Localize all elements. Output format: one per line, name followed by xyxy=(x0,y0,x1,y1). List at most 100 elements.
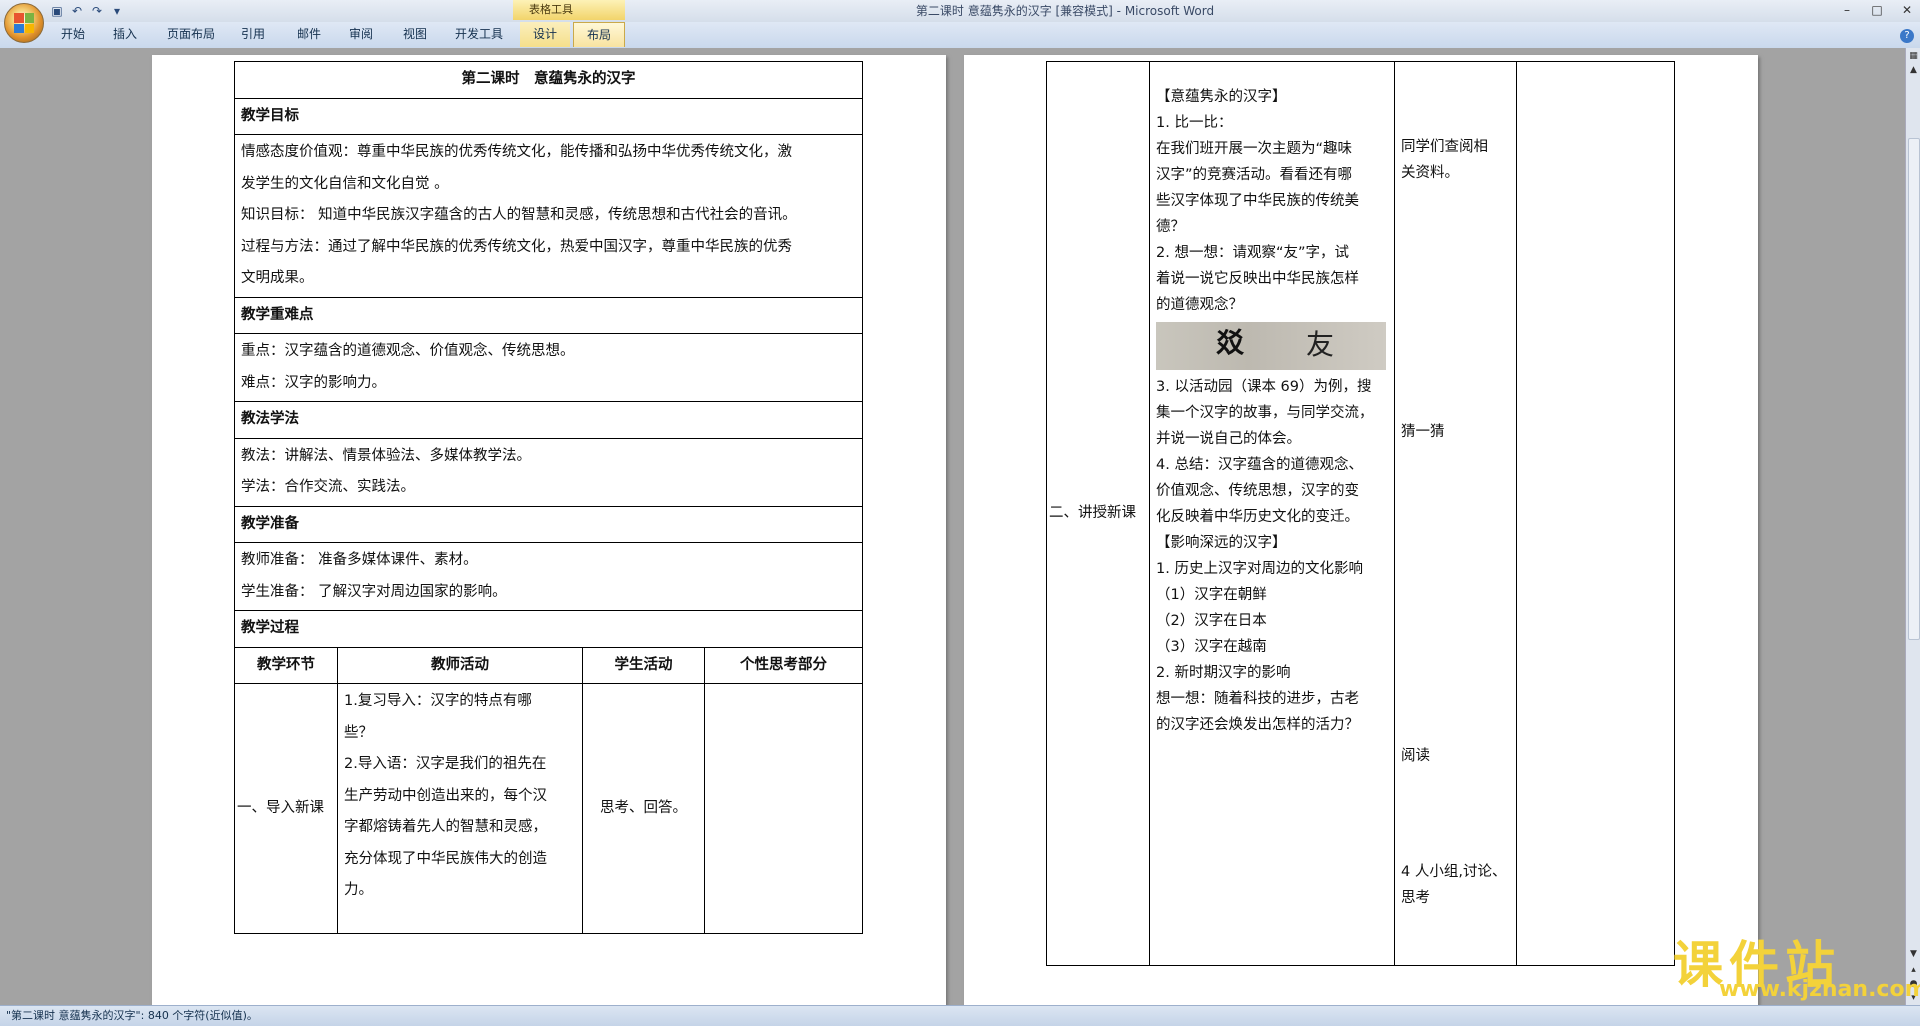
undo-icon[interactable]: ↶ xyxy=(70,4,84,18)
teacher-line: 1. 历史上汉字对周边的文化影响 xyxy=(1156,561,1363,577)
scroll-thumb[interactable] xyxy=(1908,138,1920,640)
tab-view[interactable]: 视图 xyxy=(394,22,436,47)
prep-line: 学生准备： 了解汉字对周边国家的影响。 xyxy=(241,583,507,600)
student-line: 思考 xyxy=(1401,890,1430,906)
reflection-intro xyxy=(704,683,863,934)
ancient-you-glyph: 㸚 xyxy=(1216,326,1245,359)
tab-insert[interactable]: 插入 xyxy=(104,22,146,47)
save-icon[interactable]: ▣ xyxy=(50,4,64,18)
tab-home[interactable]: 开始 xyxy=(52,22,94,47)
student-activity-new: 同学们查阅相 关资料。 猜一猜 阅读 4 人小组,讨论、 思考 xyxy=(1394,61,1517,966)
reflection-new xyxy=(1516,61,1675,966)
method-line: 学法：合作交流、实践法。 xyxy=(241,479,415,495)
redo-icon[interactable]: ↷ xyxy=(90,4,104,18)
teacher-line: 并说一说自己的体会。 xyxy=(1156,431,1301,447)
teacher-line: 化反映着中华历史文化的变迁。 xyxy=(1156,509,1359,525)
goal-line: 文明成果。 xyxy=(241,270,314,286)
window-title: 第二课时 意蕴隽永的汉字 [兼容模式] - Microsoft Word xyxy=(915,4,1215,18)
teacher-line: 着说一说它反映出中华民族怎样 xyxy=(1156,271,1359,287)
close-icon[interactable]: ✕ xyxy=(1900,2,1914,18)
teacher-line: （1）汉字在朝鲜 xyxy=(1156,587,1267,603)
teacher-line: 生产劳动中创造出来的，每个汉 xyxy=(344,787,547,804)
key-points-content: 重点：汉字蕴含的道德观念、价值观念、传统思想。 难点：汉字的影响力。 xyxy=(234,333,863,402)
tab-mailings[interactable]: 邮件 xyxy=(288,22,330,47)
key-line: 难点：汉字的影响力。 xyxy=(241,374,386,391)
stage-new-lesson: 二、讲授新课 xyxy=(1046,61,1150,966)
table-tools-context-label: 表格工具 xyxy=(513,0,625,20)
prep-line: 教师准备： 准备多媒体课件、素材。 xyxy=(241,552,478,568)
teacher-line: 字都熔铸着先人的智慧和灵感， xyxy=(344,819,547,835)
teacher-line: 些汉字体现了中华民族的传统美 xyxy=(1156,193,1359,209)
office-button[interactable] xyxy=(4,3,44,43)
prev-page-icon[interactable]: ▴ xyxy=(1907,964,1920,977)
teacher-line: 1.复习导入：汉字的特点有哪 xyxy=(344,693,532,709)
col-header-student: 学生活动 xyxy=(582,646,705,684)
teacher-line: 集一个汉字的故事，与同学交流， xyxy=(1156,405,1374,421)
lesson-title: 第二课时 意蕴隽永的汉字 xyxy=(234,61,863,99)
prep-heading: 教学准备 xyxy=(234,505,863,543)
you-character-image: 㸚 友 xyxy=(1156,322,1386,370)
student-line: 猜一猜 xyxy=(1401,424,1445,440)
key-line: 重点：汉字蕴含的道德观念、价值观念、传统思想。 xyxy=(241,343,575,359)
method-content: 教法：讲解法、情景体验法、多媒体教学法。 学法：合作交流、实践法。 xyxy=(234,437,863,507)
ruler-toggle-icon[interactable]: ▦ xyxy=(1907,50,1920,63)
goal-content: 情感态度价值观：尊重中华民族的优秀传统文化，能传播和弘扬中华优秀传统文化，激 发… xyxy=(234,134,863,298)
scroll-down-icon[interactable]: ▼ xyxy=(1907,948,1920,961)
tab-layout[interactable]: 布局 xyxy=(573,22,625,47)
teacher-activity-new: 【意蕴隽永的汉字】 1. 比一比： 在我们班开展一次主题为“趣味 汉字”的竞赛活… xyxy=(1149,61,1395,966)
process-heading: 教学过程 xyxy=(234,610,863,648)
kjzhan-watermark-logo: 课件站 www.kjzhan.com xyxy=(1665,927,1920,1005)
col-header-stage: 教学环节 xyxy=(234,646,338,684)
student-activity-intro: 思考、回答。 xyxy=(582,683,705,934)
student-line: 关资料。 xyxy=(1401,165,1459,181)
teacher-line: 【影响深远的汉字】 xyxy=(1156,535,1287,551)
goal-line: 发学生的文化自信和文化自觉 。 xyxy=(241,175,449,192)
teacher-line: 些？ xyxy=(344,724,373,741)
student-line: 阅读 xyxy=(1401,748,1430,764)
teacher-line: 德？ xyxy=(1156,219,1185,235)
teacher-line: （2）汉字在日本 xyxy=(1156,613,1267,629)
document-page-right: 二、讲授新课 【意蕴隽永的汉字】 1. 比一比： 在我们班开展一次主题为“趣味 … xyxy=(964,55,1758,1005)
teacher-line: 力。 xyxy=(344,882,373,898)
tab-developer[interactable]: 开发工具 xyxy=(448,22,510,47)
teacher-line: 3. 以活动园（课本 69）为例，搜 xyxy=(1156,379,1372,395)
teacher-line: 价值观念、传统思想，汉字的变 xyxy=(1156,483,1359,499)
teacher-line: 充分体现了中华民族伟大的创造 xyxy=(344,850,547,867)
lesson-plan-table-continued: 二、讲授新课 【意蕴隽永的汉字】 1. 比一比： 在我们班开展一次主题为“趣味 … xyxy=(1046,61,1675,966)
tab-references[interactable]: 引用 xyxy=(232,22,274,47)
method-line: 教法：讲解法、情景体验法、多媒体教学法。 xyxy=(241,447,531,464)
col-header-reflection: 个性思考部分 xyxy=(704,646,863,684)
goal-line: 情感态度价值观：尊重中华民族的优秀传统文化，能传播和弘扬中华优秀传统文化，激 xyxy=(241,144,792,160)
goal-heading: 教学目标 xyxy=(234,97,863,135)
status-word-count[interactable]: "第二课时 意蕴隽永的汉字": 840 个字符(近似值)。 xyxy=(0,1009,258,1022)
window-controls: – □ ✕ xyxy=(1840,2,1914,18)
stage-intro: 一、导入新课 xyxy=(234,683,338,934)
modern-you-glyph: 友 xyxy=(1306,328,1335,361)
tab-design[interactable]: 设计 xyxy=(520,22,570,47)
vertical-scrollbar[interactable]: ▦ ▲ ▼ ▴ ● ▾ xyxy=(1905,48,1920,1005)
teacher-line: 汉字”的竞赛活动。看看还有哪 xyxy=(1156,167,1353,183)
key-points-heading: 教学重难点 xyxy=(234,296,863,334)
tab-page-layout[interactable]: 页面布局 xyxy=(160,22,222,47)
tab-review[interactable]: 审阅 xyxy=(340,22,382,47)
student-line: 同学们查阅相 xyxy=(1401,139,1488,155)
col-header-teacher: 教师活动 xyxy=(337,646,583,684)
scroll-up-icon[interactable]: ▲ xyxy=(1907,64,1920,77)
teacher-line: 的汉字还会焕发出怎样的活力？ xyxy=(1156,717,1359,733)
teacher-line: （3）汉字在越南 xyxy=(1156,639,1267,655)
help-icon[interactable]: ? xyxy=(1900,29,1914,43)
prep-content: 教师准备： 准备多媒体课件、素材。 学生准备： 了解汉字对周边国家的影响。 xyxy=(234,542,863,611)
customize-qat-icon[interactable]: ▾ xyxy=(110,4,124,18)
minimize-icon[interactable]: – xyxy=(1840,2,1854,18)
teacher-line: 2. 新时期汉字的影响 xyxy=(1156,665,1291,681)
status-bar: "第二课时 意蕴隽永的汉字": 840 个字符(近似值)。 xyxy=(0,1005,1920,1026)
teacher-line: 2.导入语：汉字是我们的祖先在 xyxy=(344,756,547,772)
goal-line: 知识目标： 知道中华民族汉字蕴含的古人的智慧和灵感，传统思想和古代社会的音讯。 xyxy=(241,207,797,223)
teacher-activity-intro: 1.复习导入：汉字的特点有哪 些？ 2.导入语：汉字是我们的祖先在 生产劳动中创… xyxy=(337,683,583,934)
teacher-line: 在我们班开展一次主题为“趣味 xyxy=(1156,141,1353,157)
watermark-url-text: www.kjzhan.com xyxy=(1719,977,1920,1002)
method-heading: 教法学法 xyxy=(234,401,863,439)
student-line: 4 人小组,讨论、 xyxy=(1401,864,1507,880)
maximize-icon[interactable]: □ xyxy=(1870,2,1884,18)
teacher-line: 的道德观念？ xyxy=(1156,297,1243,313)
